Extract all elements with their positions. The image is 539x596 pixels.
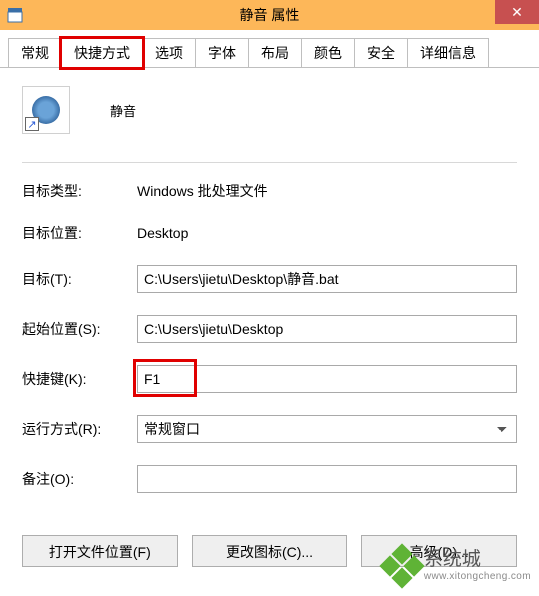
advanced-button[interactable]: 高级(D)... <box>361 535 517 567</box>
target-type-value: Windows 批处理文件 <box>137 181 517 201</box>
tab-bar: 常规 快捷方式 选项 字体 布局 颜色 安全 详细信息 <box>0 30 539 68</box>
window-title: 静音 属性 <box>240 5 300 25</box>
target-label: 目标(T): <box>22 269 137 289</box>
titlebar: 静音 属性 ✕ <box>0 0 539 30</box>
row-shortcut-key: 快捷键(K): <box>22 365 517 393</box>
row-run-mode: 运行方式(R): 常规窗口 <box>22 415 517 443</box>
target-input[interactable] <box>137 265 517 293</box>
divider <box>22 162 517 163</box>
target-location-label: 目标位置: <box>22 223 137 243</box>
tab-shortcut[interactable]: 快捷方式 <box>61 38 143 68</box>
shortcut-key-label: 快捷键(K): <box>22 369 137 389</box>
comment-label: 备注(O): <box>22 469 137 489</box>
row-target-location: 目标位置: Desktop <box>22 223 517 243</box>
run-mode-select[interactable]: 常规窗口 <box>137 415 517 443</box>
tab-color[interactable]: 颜色 <box>301 38 355 67</box>
tab-content: ↗ 静音 目标类型: Windows 批处理文件 目标位置: Desktop 目… <box>0 68 539 525</box>
window-icon <box>6 6 24 24</box>
row-target: 目标(T): <box>22 265 517 293</box>
open-file-location-button[interactable]: 打开文件位置(F) <box>22 535 178 567</box>
tab-general[interactable]: 常规 <box>8 38 62 67</box>
startin-label: 起始位置(S): <box>22 319 137 339</box>
close-button[interactable]: ✕ <box>495 0 539 24</box>
run-mode-label: 运行方式(R): <box>22 419 137 439</box>
row-target-type: 目标类型: Windows 批处理文件 <box>22 181 517 201</box>
close-icon: ✕ <box>511 4 523 21</box>
row-comment: 备注(O): <box>22 465 517 493</box>
tab-font[interactable]: 字体 <box>195 38 249 67</box>
tab-security[interactable]: 安全 <box>354 38 408 67</box>
target-location-value: Desktop <box>137 225 517 241</box>
app-name: 静音 <box>110 101 136 120</box>
comment-input[interactable] <box>137 465 517 493</box>
tab-options[interactable]: 选项 <box>142 38 196 67</box>
target-type-label: 目标类型: <box>22 181 137 201</box>
startin-input[interactable] <box>137 315 517 343</box>
tab-layout[interactable]: 布局 <box>248 38 302 67</box>
row-startin: 起始位置(S): <box>22 315 517 343</box>
app-icon: ↗ <box>22 86 70 134</box>
button-row: 打开文件位置(F) 更改图标(C)... 高级(D)... <box>0 535 539 567</box>
shortcut-key-input[interactable] <box>137 365 517 393</box>
watermark-url: www.xitongcheng.com <box>424 571 531 582</box>
app-header: ↗ 静音 <box>22 86 517 134</box>
change-icon-button[interactable]: 更改图标(C)... <box>192 535 348 567</box>
tab-details[interactable]: 详细信息 <box>407 38 489 67</box>
shortcut-overlay-icon: ↗ <box>25 117 39 131</box>
